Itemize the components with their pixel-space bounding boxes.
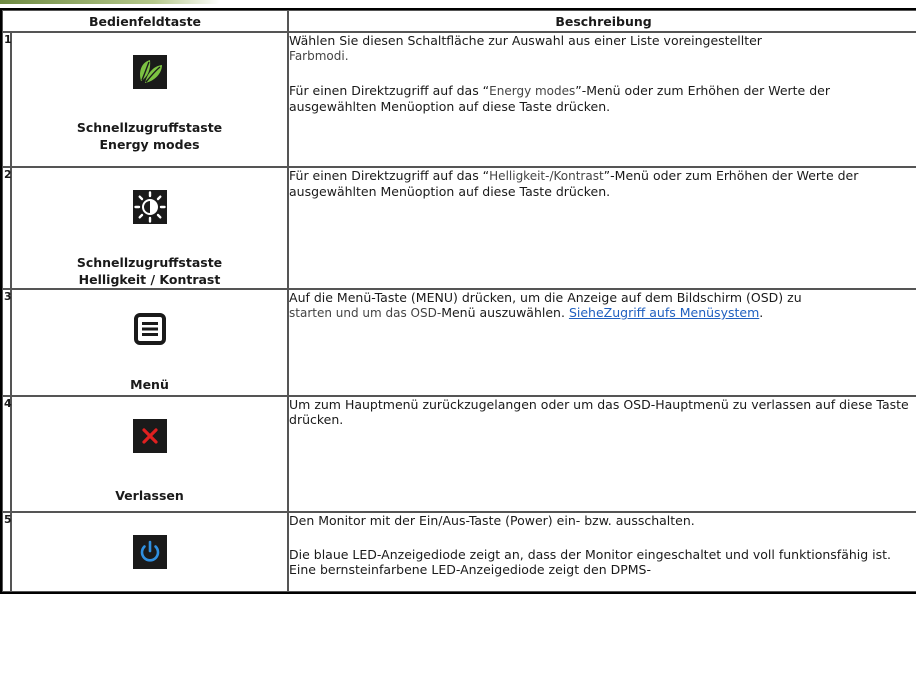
table-row: 4 Verlassen Um zum Hauptmenü zurückzugel…: [2, 396, 916, 512]
top-decoration: [0, 0, 220, 8]
row-number: 1: [2, 32, 12, 167]
control-keys-table: Bedienfeldtaste Beschreibung 1 Schnellzu…: [0, 8, 916, 594]
key-label: Verlassen: [115, 488, 184, 503]
key-cell: Verlassen: [11, 396, 289, 512]
table-row: 2 Schnellzugruffstaste Helligkeit / Kont…: [2, 167, 916, 289]
key-cell: Schnellzugruffstaste Energy modes: [11, 32, 289, 167]
header-key: Bedienfeldtaste: [2, 10, 289, 32]
key-label: Schnellzugruffstaste Helligkeit / Kontra…: [76, 255, 223, 287]
table-row: 1 Schnellzugruffstaste Energy modes Wähl…: [2, 32, 916, 167]
description-cell: Auf die Menü-Taste (MENU) drücken, um di…: [288, 289, 916, 396]
description-cell: Um zum Hauptmenü zurückzugelangen oder u…: [288, 396, 916, 512]
table-row: 5 Den Monitor mit der Ein/Aus-Taste (Pow…: [2, 512, 916, 592]
menu-icon[interactable]: [132, 312, 167, 346]
row-number: 4: [2, 396, 12, 512]
key-label: Menü: [130, 377, 169, 392]
table-row: 3 Menü Auf die Menü-Taste (MENU) drücken…: [2, 289, 916, 396]
power-icon[interactable]: [132, 535, 167, 569]
close-icon[interactable]: [132, 419, 167, 453]
header-description: Beschreibung: [288, 10, 916, 32]
description-cell: Wählen Sie diesen Schaltfläche zur Auswa…: [288, 32, 916, 167]
menu-system-link[interactable]: SieheZugriff aufs Menüsystem: [569, 305, 759, 320]
leaf-icon[interactable]: [132, 55, 167, 89]
row-number: 5: [2, 512, 12, 592]
description-cell: Den Monitor mit der Ein/Aus-Taste (Power…: [288, 512, 916, 592]
key-cell: Schnellzugruffstaste Helligkeit / Kontra…: [11, 167, 289, 289]
key-cell: Menü: [11, 289, 289, 396]
table-header-row: Bedienfeldtaste Beschreibung: [2, 10, 916, 32]
brightness-contrast-icon[interactable]: [132, 190, 167, 224]
row-number: 2: [2, 167, 12, 289]
key-cell: [11, 512, 289, 592]
description-cell: Für einen Direktzugriff auf das “Helligk…: [288, 167, 916, 289]
row-number: 3: [2, 289, 12, 396]
key-label: Schnellzugruffstaste Energy modes: [76, 120, 223, 152]
